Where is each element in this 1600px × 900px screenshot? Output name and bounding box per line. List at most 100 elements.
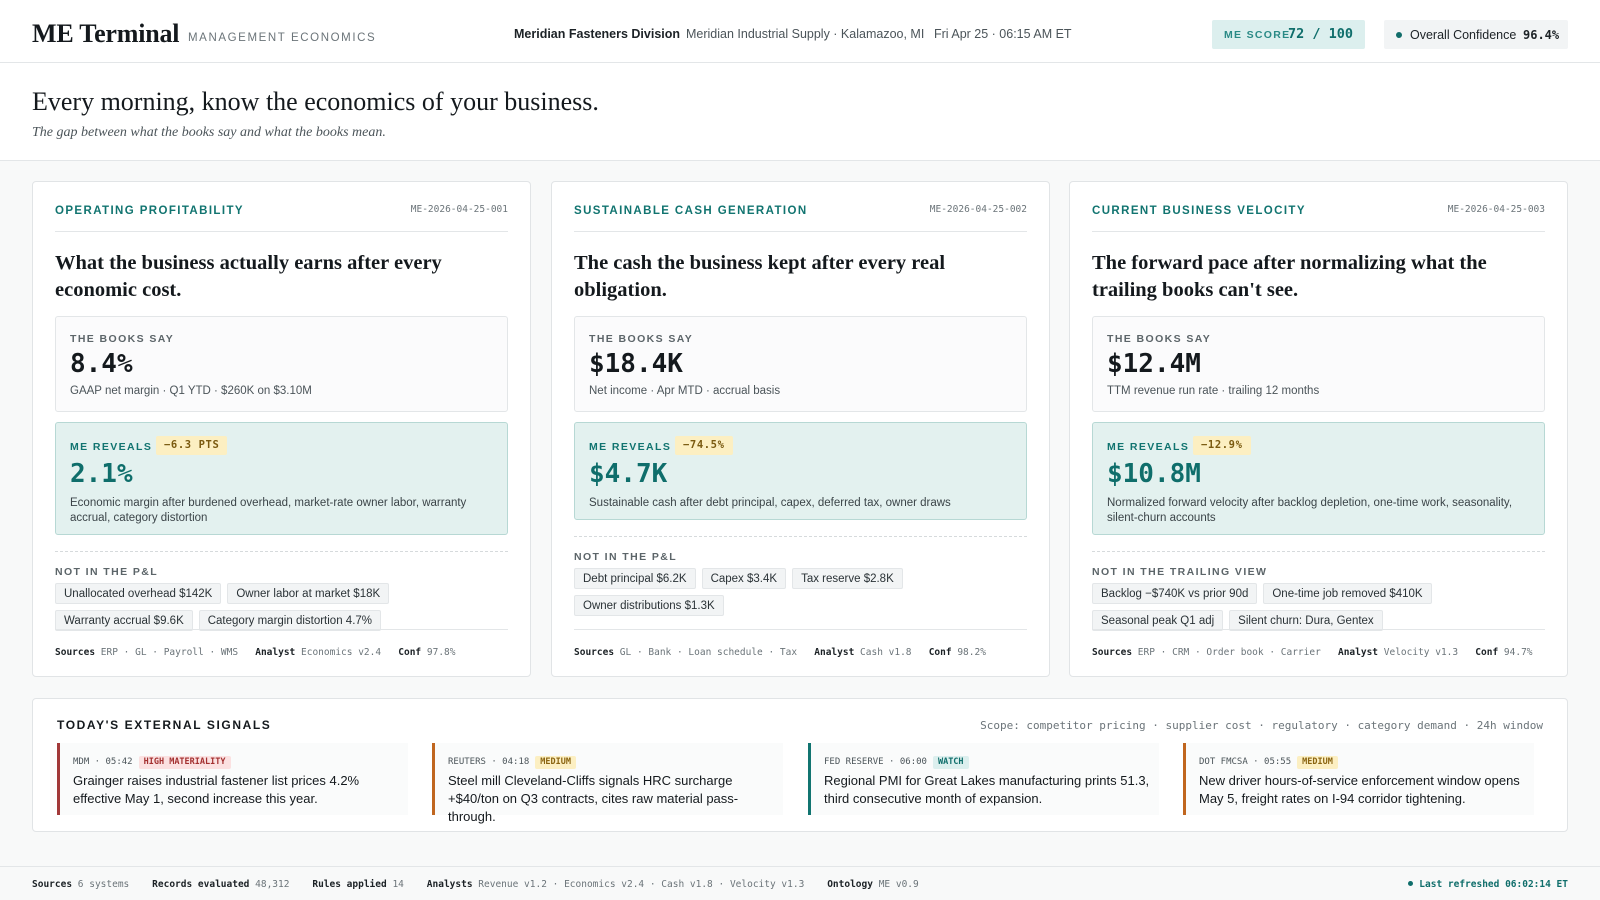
chip[interactable]: One-time job removed $410K — [1263, 583, 1432, 604]
footer-analysts-label: Analysts — [426, 879, 473, 890]
top-bar: ME Terminal MANAGEMENT ECONOMICS Meridia… — [0, 0, 1600, 63]
metric-card-sustainable-cash[interactable]: SUSTAINABLE CASH GENERATION ME-2026-04-2… — [551, 181, 1050, 677]
chip[interactable]: Category margin distortion 4.7% — [198, 610, 382, 631]
me-reveals-label: ME REVEALS — [1107, 441, 1190, 453]
footer-sources-value: 6 systems — [77, 879, 130, 890]
chip[interactable]: Owner labor at market $18K — [227, 583, 390, 604]
metric-card-business-velocity[interactable]: CURRENT BUSINESS VELOCITY ME-2026-04-25-… — [1069, 181, 1568, 677]
card-sources: Sources ERP · GL · Payroll · WMS Analyst… — [55, 647, 456, 658]
signal-item[interactable]: DOT FMCSA · 05:55 MEDIUM New driver hours… — [1183, 743, 1534, 815]
dashed-divider — [1092, 551, 1545, 552]
card-id: ME-2026-04-25-003 — [1447, 204, 1545, 215]
missing-items-label: NOT IN THE TRAILING VIEW — [1092, 566, 1268, 578]
conf-label: Conf — [928, 647, 952, 658]
divider — [1092, 231, 1545, 232]
card-question: What the business actually earns after e… — [55, 252, 442, 301]
analyst-value: Cash v1.8 — [860, 647, 912, 658]
chip[interactable]: Unallocated overhead $142K — [55, 583, 222, 604]
current-datetime: Fri Apr 25 · 06:15 AM ET — [934, 27, 1072, 41]
books-say-box: THE BOOKS SAY $18.4K Net income · Apr MT… — [574, 316, 1027, 412]
signal-source: FED RESERVE · 06:00 — [824, 757, 927, 767]
missing-items-label: NOT IN THE P&L — [55, 566, 159, 578]
brand-subtitle: MANAGEMENT ECONOMICS — [188, 32, 377, 44]
chip[interactable]: Warranty accrual $9.6K — [55, 610, 193, 631]
chip[interactable]: Tax reserve $2.8K — [792, 568, 903, 589]
signal-source: DOT FMCSA · 05:55 — [1199, 757, 1292, 767]
footer-sources-label: Sources — [32, 879, 73, 890]
chip[interactable]: Seasonal peak Q1 adj — [1092, 610, 1224, 631]
chip[interactable]: Capex $3.4K — [701, 568, 787, 589]
me-reveals-box: ME REVEALS −6.3 PTS 2.1% Economic margin… — [55, 422, 508, 535]
signal-meta: FED RESERVE · 06:00 WATCH — [824, 756, 969, 769]
books-say-value: $18.4K — [589, 349, 683, 379]
footer-stats: Sources 6 systems Records evaluated 48,3… — [32, 879, 919, 890]
dashed-divider — [55, 551, 508, 552]
missing-items-chips: Debt principal $6.2K Capex $3.4K Tax res… — [574, 568, 1027, 616]
signal-item[interactable]: REUTERS · 04:18 MEDIUM Steel mill Clevela… — [432, 743, 783, 824]
books-say-box: THE BOOKS SAY 8.4% GAAP net margin · Q1 … — [55, 316, 508, 412]
signal-meta: MDM · 05:42 HIGH MATERIALITY — [73, 756, 231, 769]
delta-badge: −74.5% — [675, 436, 733, 455]
books-say-note: GAAP net margin · Q1 YTD · $260K on $3.1… — [70, 385, 312, 397]
footer-ontology-label: Ontology — [827, 879, 873, 890]
books-say-label: THE BOOKS SAY — [70, 333, 175, 345]
divider — [1092, 629, 1545, 630]
sources-value: GL · Bank · Loan schedule · Tax — [619, 647, 798, 658]
signal-item[interactable]: FED RESERVE · 06:00 WATCH Regional PMI fo… — [808, 743, 1159, 815]
chip[interactable]: Silent churn: Dura, Gentex — [1229, 610, 1383, 631]
me-score-badge[interactable]: ME SCORE 72 / 100 — [1212, 20, 1365, 49]
footer-analysts-value: Revenue v1.2 · Economics v2.4 · Cash v1.… — [478, 879, 805, 890]
confidence-label: Overall Confidence — [1410, 28, 1517, 42]
missing-items-chips: Unallocated overhead $142K Owner labor a… — [55, 583, 508, 631]
conf-label: Conf — [398, 647, 422, 658]
card-id: ME-2026-04-25-001 — [410, 204, 508, 215]
signal-item[interactable]: MDM · 05:42 HIGH MATERIALITY Grainger rai… — [57, 743, 408, 815]
analyst-label: Analyst — [1337, 647, 1379, 658]
signal-meta: REUTERS · 04:18 MEDIUM — [448, 756, 576, 769]
hero-subtitle: The gap between what the books say and w… — [32, 125, 386, 140]
footer-records-value: 48,312 — [255, 879, 290, 890]
me-reveals-value: 2.1% — [70, 459, 133, 489]
me-reveals-note: Sustainable cash after debt principal, c… — [589, 497, 951, 509]
books-say-label: THE BOOKS SAY — [589, 333, 694, 345]
chip[interactable]: Backlog −$740K vs prior 90d — [1092, 583, 1258, 604]
books-say-label: THE BOOKS SAY — [1107, 333, 1212, 345]
books-say-value: $12.4M — [1107, 349, 1201, 379]
signal-source: REUTERS · 04:18 — [448, 757, 530, 767]
conf-value: 94.7% — [1503, 647, 1533, 658]
conf-value: 98.2% — [957, 647, 986, 658]
card-label: CURRENT BUSINESS VELOCITY — [1092, 205, 1306, 217]
signal-text: Regional PMI for Great Lakes manufacturi… — [824, 773, 1150, 806]
dashed-divider — [574, 536, 1027, 537]
chip[interactable]: Debt principal $6.2K — [574, 568, 696, 589]
brand-logo[interactable]: ME Terminal — [32, 19, 180, 49]
signals-scope: Scope: competitor pricing · supplier cos… — [980, 719, 1543, 732]
divider — [574, 629, 1027, 630]
signal-tag: MEDIUM — [535, 756, 576, 769]
signal-tag: MEDIUM — [1297, 756, 1338, 769]
analyst-value: Velocity v1.3 — [1383, 647, 1459, 658]
overall-confidence-badge[interactable]: Overall Confidence 96.4% — [1384, 20, 1568, 49]
metric-card-operating-profitability[interactable]: OPERATING PROFITABILITY ME-2026-04-25-00… — [32, 181, 531, 677]
sources-value: ERP · GL · Payroll · WMS — [100, 647, 239, 658]
me-score-value: 72 / 100 — [1288, 26, 1354, 42]
card-question: The forward pace after normalizing what … — [1092, 252, 1487, 301]
sources-label: Sources — [574, 647, 615, 658]
sources-value: ERP · CRM · Order book · Carrier — [1137, 647, 1321, 658]
chip[interactable]: Owner distributions $1.3K — [574, 595, 724, 616]
division-name[interactable]: Meridian Fasteners Division — [514, 27, 680, 41]
card-question: The cash the business kept after every r… — [574, 252, 946, 301]
missing-items-label: NOT IN THE P&L — [574, 551, 678, 563]
signal-text: Steel mill Cleveland-Cliffs signals HRC … — [448, 773, 739, 824]
last-refreshed: Last refreshed 06:02:14 ET — [1408, 879, 1568, 890]
delta-badge: −12.9% — [1193, 436, 1251, 455]
signal-meta: DOT FMCSA · 05:55 MEDIUM — [1199, 756, 1338, 769]
signal-source: MDM · 05:42 — [73, 757, 133, 767]
delta-badge: −6.3 PTS — [156, 436, 228, 455]
signal-text: New driver hours-of-service enforcement … — [1199, 773, 1520, 806]
me-reveals-label: ME REVEALS — [589, 441, 672, 453]
card-id: ME-2026-04-25-002 — [929, 204, 1027, 215]
hero-title: Every morning, know the economics of you… — [32, 87, 599, 116]
me-reveals-label: ME REVEALS — [70, 441, 153, 453]
card-sources: Sources ERP · CRM · Order book · Carrier… — [1092, 647, 1533, 658]
